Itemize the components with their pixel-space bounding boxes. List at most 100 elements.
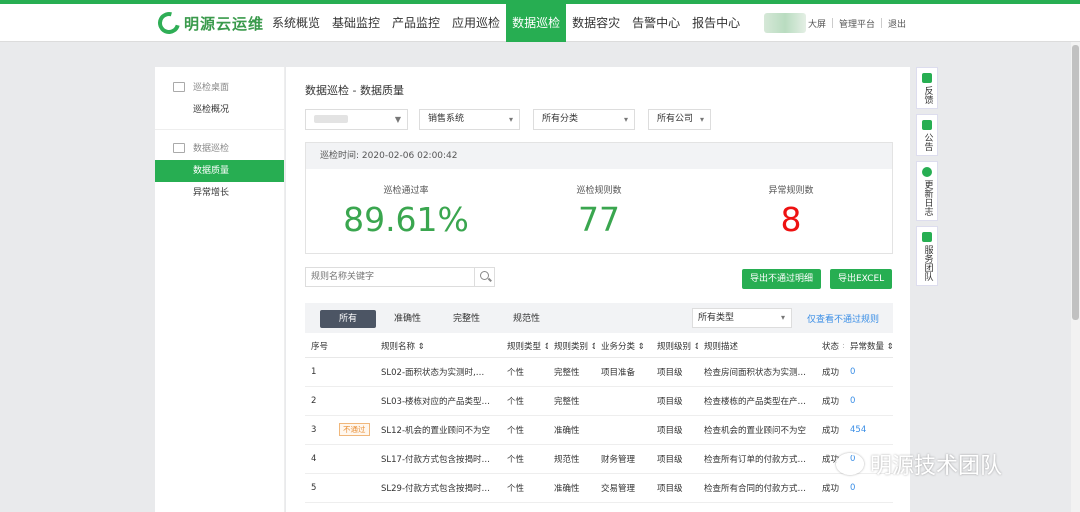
fail-badge: 不通过 <box>339 423 370 436</box>
cell-rule-type: 个性 <box>501 386 548 416</box>
sidebar-group-desktop: 巡检桌面 <box>155 77 284 99</box>
chat-icon <box>922 232 932 242</box>
sidebar-item-abnormal-growth[interactable]: 异常增长 <box>155 182 284 204</box>
announcement-button[interactable]: 公告 <box>916 114 938 156</box>
cell-rule-desc: 检查所有合同的付款方式… <box>698 473 816 503</box>
cell-rule-level: 项目级 <box>651 415 698 445</box>
cell-no: 5 <box>305 473 333 503</box>
rules-table: 序号 规则名称 ⇕ 规则类型 ⇕ 规则类别 ⇕ 业务分类 ⇕ 规则级别 ⇕ 规则… <box>305 335 893 503</box>
col-abnormal-count[interactable]: 异常数量 ⇕ <box>844 335 893 358</box>
cell-status: 成功 <box>816 415 844 445</box>
tab-standard[interactable]: 规范性 <box>503 310 550 328</box>
nav-item-alert-center[interactable]: 告警中心 <box>626 4 686 42</box>
nav-item-app-inspection[interactable]: 应用巡检 <box>446 4 506 42</box>
cell-rule-desc: 检查楼栋的产品类型在产… <box>698 386 816 416</box>
table-header-row: 序号 规则名称 ⇕ 规则类型 ⇕ 规则类别 ⇕ 业务分类 ⇕ 规则级别 ⇕ 规则… <box>305 335 893 358</box>
cell-rule-type: 个性 <box>501 357 548 387</box>
col-tag <box>333 335 375 358</box>
cell-rule-level: 项目级 <box>651 357 698 387</box>
category-select-value: 所有分类 <box>542 114 579 124</box>
cell-rule-type: 个性 <box>501 444 548 474</box>
export-fail-detail-button[interactable]: 导出不通过明细 <box>742 269 822 289</box>
search-input[interactable] <box>306 268 474 286</box>
speaker-icon <box>922 120 932 130</box>
cell-status: 成功 <box>816 357 844 387</box>
refresh-icon <box>922 167 932 177</box>
export-excel-button[interactable]: 导出EXCEL <box>830 269 893 289</box>
cell-no: 2 <box>305 386 333 416</box>
cell-abnormal-count[interactable]: 454 <box>844 415 893 445</box>
col-rule-level[interactable]: 规则级别 ⇕ <box>651 335 698 358</box>
table-row[interactable]: 5 SL29-付款方式包含按揭时… 个性 准确性 交易管理 项目级 检查所有合同… <box>305 473 893 503</box>
only-failed-rules-link[interactable]: 仅查看不通过规则 <box>807 312 879 325</box>
announcement-label: 公告 <box>922 133 933 151</box>
sidebar-item-data-quality[interactable]: 数据质量 <box>155 160 284 182</box>
feedback-icon <box>922 73 932 83</box>
sidebar-item-overview[interactable]: 巡检概况 <box>155 99 284 121</box>
cell-abnormal-count[interactable]: 0 <box>844 357 893 387</box>
cell-no: 3 <box>305 415 333 445</box>
user-avatar-blurred[interactable] <box>764 13 806 33</box>
system-select-value: 销售系统 <box>428 114 465 124</box>
rule-tabs: 所有 准确性 完整性 规范性 所有类型 ▾ 仅查看不通过规则 <box>305 303 893 333</box>
search-icon-handle <box>488 277 492 282</box>
col-rule-category[interactable]: 规则类别 ⇕ <box>548 335 595 358</box>
logout-link[interactable]: 退出 <box>888 17 906 30</box>
tab-all[interactable]: 所有 <box>320 310 376 328</box>
org-select[interactable]: ▼ <box>305 109 408 130</box>
top-header: 明源云运维 系统概览 基础监控 产品监控 应用巡检 数据巡检 数据容灾 告警中心… <box>0 4 1080 42</box>
cell-tag <box>333 386 375 416</box>
cell-rule-name: SL12-机会的置业顾问不为空 <box>375 415 501 445</box>
scrollbar-thumb[interactable] <box>1072 45 1079 320</box>
table-row[interactable]: 2 SL03-楼栋对应的产品类型… 个性 完整性 项目级 检查楼栋的产品类型在产… <box>305 386 893 416</box>
table-row[interactable]: 3 不通过 SL12-机会的置业顾问不为空 个性 准确性 项目级 检查机会的置业… <box>305 415 893 445</box>
nav-item-data-inspection[interactable]: 数据巡检 <box>506 4 567 42</box>
nav-item-system-overview[interactable]: 系统概览 <box>266 4 326 42</box>
feedback-button[interactable]: 反馈 <box>916 67 938 109</box>
table-row[interactable]: 4 SL17-付款方式包含按揭时… 个性 规范性 财务管理 项目级 检查所有订单… <box>305 444 893 474</box>
abnormal-count-value: 8 <box>780 200 802 239</box>
col-biz-category[interactable]: 业务分类 ⇕ <box>595 335 651 358</box>
cell-rule-desc: 检查所有订单的付款方式… <box>698 444 816 474</box>
caret-down-icon: ▾ <box>623 115 628 124</box>
tab-completeness[interactable]: 完整性 <box>443 310 490 328</box>
cell-tag <box>333 473 375 503</box>
system-select[interactable]: 销售系统 ▾ <box>419 109 520 130</box>
search-button[interactable] <box>474 268 494 286</box>
chart-icon <box>173 143 185 153</box>
main-content: 数据巡检 - 数据质量 ▼ 销售系统 ▾ 所有分类 ▾ 所有公司 ▾ 巡检时间:… <box>286 67 910 512</box>
cell-rule-type: 个性 <box>501 415 548 445</box>
nav-item-data-disaster-recovery[interactable]: 数据容灾 <box>566 4 626 42</box>
feedback-label: 反馈 <box>922 86 933 104</box>
col-status[interactable]: 状态 ⇕ <box>816 335 844 358</box>
cell-rule-level: 项目级 <box>651 473 698 503</box>
big-screen-link[interactable]: 大屏 <box>808 17 826 30</box>
type-select[interactable]: 所有类型 ▾ <box>692 308 792 328</box>
caret-down-icon: ▾ <box>780 313 785 322</box>
service-team-button[interactable]: 服务团队 <box>916 226 938 286</box>
cell-biz-category: 项目准备 <box>595 357 651 387</box>
changelog-button[interactable]: 更新日志 <box>916 161 938 221</box>
nav-item-report-center[interactable]: 报告中心 <box>686 4 746 42</box>
cell-no: 4 <box>305 444 333 474</box>
tab-accuracy[interactable]: 准确性 <box>384 310 431 328</box>
cell-rule-name: SL29-付款方式包含按揭时… <box>375 473 501 503</box>
abnormal-count-label: 异常规则数 <box>768 186 814 196</box>
table-row[interactable]: 1 SL02-面积状态为实测时,… 个性 完整性 项目准备 项目级 检查房间面积… <box>305 357 893 387</box>
company-select[interactable]: 所有公司 ▾ <box>648 109 711 130</box>
category-select[interactable]: 所有分类 ▾ <box>533 109 635 130</box>
cell-tag <box>333 444 375 474</box>
abnormal-count-stat: 异常规则数 8 <box>691 183 891 239</box>
caret-down-icon: ▾ <box>508 115 513 124</box>
app-logo[interactable]: 明源云运维 <box>153 7 265 39</box>
col-no: 序号 <box>305 335 333 358</box>
logo-text: 明源云运维 <box>184 14 265 33</box>
nav-item-basic-monitor[interactable]: 基础监控 <box>326 4 386 42</box>
col-rule-type[interactable]: 规则类型 ⇕ <box>501 335 548 358</box>
cell-abnormal-count[interactable]: 0 <box>844 386 893 416</box>
nav-item-product-monitor[interactable]: 产品监控 <box>386 4 446 42</box>
changelog-label: 更新日志 <box>922 180 933 216</box>
admin-platform-link[interactable]: 管理平台 <box>839 17 875 30</box>
cell-tag <box>333 357 375 387</box>
col-rule-name[interactable]: 规则名称 ⇕ <box>375 335 501 358</box>
